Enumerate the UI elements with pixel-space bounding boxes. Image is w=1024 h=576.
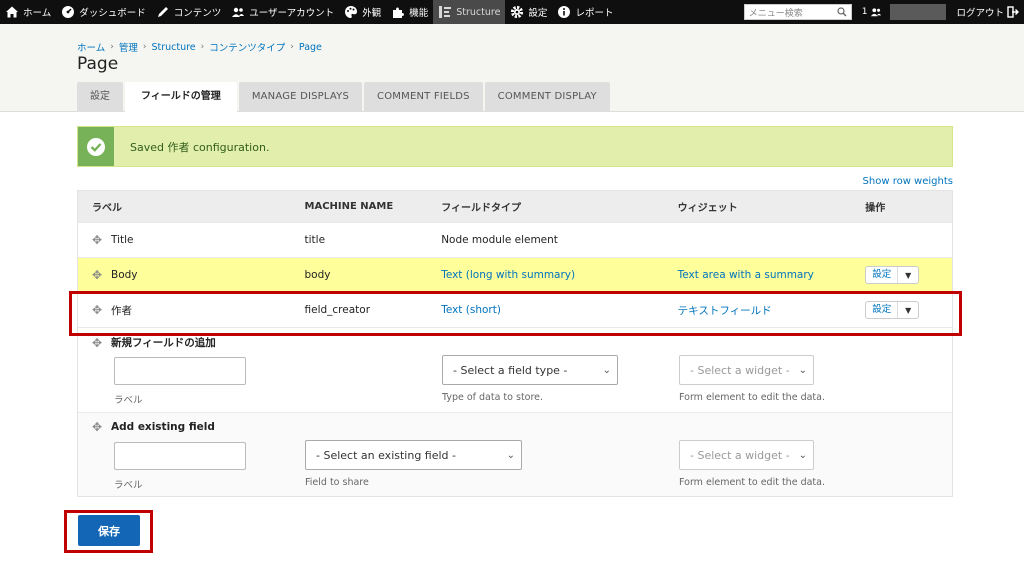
existing-field-label-description: ラベル: [114, 480, 143, 491]
show-row-weights-link[interactable]: Show row weights: [863, 176, 953, 187]
field-widget-link[interactable]: Text area with a summary: [678, 269, 814, 281]
chevron-right-icon: ›: [142, 42, 147, 52]
status-message-text: Saved 作者 configuration.: [130, 140, 270, 154]
pencil-icon: [157, 7, 168, 17]
column-label: ラベル: [92, 203, 122, 214]
new-field-label-description: ラベル: [114, 395, 143, 406]
chevron-down-icon: ⌄: [506, 449, 515, 461]
add-existing-field-title: Add existing field: [111, 421, 215, 433]
add-existing-field-row: ✥ Add existing field ラベル - Select an exis…: [78, 412, 952, 496]
tab-comment-fields[interactable]: COMMENT FIELDS: [364, 82, 483, 112]
table-row-title: ✥ Title title Node module element: [78, 222, 952, 257]
drag-handle-icon[interactable]: ✥: [92, 420, 102, 434]
page-title: Page: [77, 54, 119, 74]
column-machine-name: MACHINE NAME: [304, 201, 394, 212]
user-account-blurred[interactable]: [890, 4, 947, 20]
toolbar-right: メニュー検索 1 ログアウト: [743, 0, 1024, 24]
checkmark-icon: [87, 137, 105, 156]
column-operations: 操作: [865, 203, 886, 214]
field-type-description: Type of data to store.: [442, 392, 544, 403]
menu-search-input[interactable]: メニュー検索: [743, 4, 852, 20]
caret-down-icon[interactable]: ▼: [898, 271, 918, 280]
breadcrumb-admin[interactable]: 管理: [119, 40, 138, 54]
new-widget-description: Form element to edit the data.: [679, 392, 825, 403]
field-machine-name: title: [304, 234, 326, 246]
breadcrumb-content-types[interactable]: コンテンツタイプ: [209, 40, 285, 54]
breadcrumb: ホーム › 管理 › Structure › コンテンツタイプ › Page: [77, 40, 322, 55]
tab-bar: 設定 フィールドの管理 MANAGE DISPLAYS COMMENT FIEL…: [77, 82, 612, 112]
tab-settings[interactable]: 設定: [77, 82, 123, 112]
puzzle-icon: [393, 7, 405, 18]
chevron-down-icon: ⌄: [798, 364, 807, 376]
toolbar-appearance[interactable]: 外観: [339, 0, 386, 24]
new-widget-select[interactable]: - Select a widget - ⌄: [679, 355, 814, 385]
logout-link[interactable]: ログアウト: [956, 5, 1019, 19]
table-row-body: ✥ Body body Text (long with summary) Text…: [78, 257, 952, 292]
field-type-link[interactable]: Text (long with summary): [441, 269, 575, 281]
add-new-field-title: 新規フィールドの追加: [111, 337, 216, 349]
user-count: 1: [861, 7, 868, 17]
chevron-down-icon: ⌄: [798, 449, 807, 461]
admin-toolbar: ホーム ダッシュボード コンテンツ ユーザーアカウント 外観 機能 Struct…: [0, 0, 1024, 24]
drag-handle-icon[interactable]: ✥: [92, 336, 102, 350]
breadcrumb-page[interactable]: Page: [299, 42, 322, 53]
new-field-label-input[interactable]: [114, 357, 246, 385]
dashboard-icon: [62, 6, 75, 18]
toolbar-dashboard[interactable]: ダッシュボード: [56, 0, 151, 24]
toolbar-reports[interactable]: レポート: [552, 0, 618, 24]
tab-comment-display[interactable]: COMMENT DISPLAY: [484, 82, 610, 112]
search-icon: [837, 7, 847, 17]
field-type-select[interactable]: - Select a field type - ⌄: [442, 355, 618, 385]
field-label: Body: [111, 269, 138, 281]
gear-icon: [511, 5, 524, 19]
existing-field-select[interactable]: - Select an existing field - ⌄: [305, 440, 522, 470]
existing-field-description: Field to share: [305, 477, 369, 488]
edit-button[interactable]: 設定: [866, 267, 899, 283]
chevron-right-icon: ›: [200, 42, 205, 52]
info-icon: [558, 6, 571, 18]
palette-icon: [345, 6, 358, 18]
tab-manage-displays[interactable]: MANAGE DISPLAYS: [238, 82, 363, 112]
chevron-down-icon: ⌄: [602, 364, 611, 376]
toolbar-home[interactable]: ホーム: [0, 0, 56, 24]
fields-table: ラベル MACHINE NAME フィールドタイプ ウィジェット 操作 ✥ Tit…: [77, 190, 953, 497]
tab-manage-fields[interactable]: フィールドの管理: [125, 82, 237, 112]
chevron-right-icon: ›: [290, 42, 294, 52]
column-field-type: フィールドタイプ: [441, 203, 521, 214]
operations-dropbutton: 設定 ▼: [865, 266, 920, 284]
drag-handle-icon[interactable]: ✥: [92, 268, 102, 282]
table-header: ラベル MACHINE NAME フィールドタイプ ウィジェット 操作: [78, 191, 952, 222]
add-new-field-row: ✥ 新規フィールドの追加 ラベル - Select a field type - ⌄…: [78, 327, 952, 412]
structure-icon: [439, 6, 452, 18]
field-machine-name: body: [304, 269, 331, 281]
home-icon: [6, 6, 18, 18]
drag-handle-icon[interactable]: ✥: [92, 233, 102, 247]
toolbar-config[interactable]: 設定: [505, 0, 552, 24]
existing-widget-description: Form element to edit the data.: [679, 477, 825, 488]
logout-icon: [1007, 6, 1019, 18]
existing-field-label-input[interactable]: [114, 442, 246, 470]
column-widget: ウィジェット: [677, 203, 738, 214]
annotation-highlight-creator-row: [69, 291, 962, 336]
field-label: Title: [111, 234, 134, 246]
breadcrumb-home[interactable]: ホーム: [77, 40, 105, 54]
toolbar-structure[interactable]: Structure: [433, 0, 506, 24]
chevron-right-icon: ›: [110, 42, 114, 52]
users-icon[interactable]: [870, 6, 882, 18]
page-header: ホーム › 管理 › Structure › コンテンツタイプ › Page Page …: [0, 24, 1024, 112]
breadcrumb-structure[interactable]: Structure: [151, 42, 195, 53]
existing-widget-select[interactable]: - Select a widget - ⌄: [679, 440, 814, 470]
status-message: Saved 作者 configuration.: [77, 126, 953, 167]
field-type: Node module element: [441, 234, 558, 246]
annotation-highlight-save-button: [64, 510, 153, 553]
toolbar-content[interactable]: コンテンツ: [151, 0, 227, 24]
users-icon: [232, 7, 245, 17]
toolbar-users[interactable]: ユーザーアカウント: [226, 0, 339, 24]
toolbar-extend[interactable]: 機能: [386, 0, 433, 24]
